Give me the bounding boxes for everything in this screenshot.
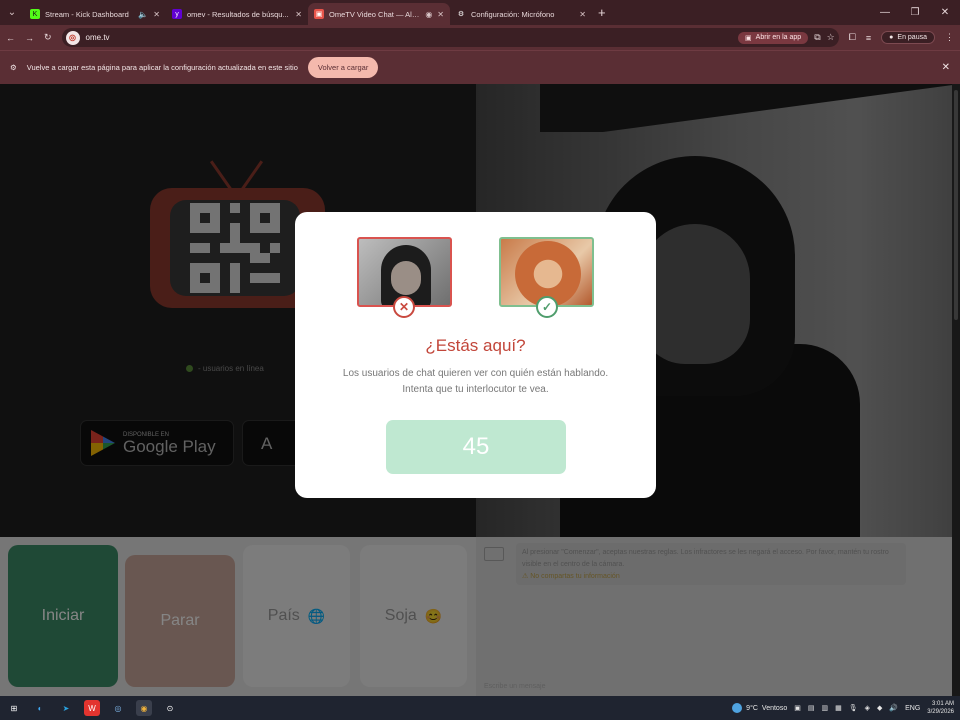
tab-search[interactable]: y omev - Resultados de búsqu... ✕: [166, 3, 308, 25]
speaker-icon[interactable]: 🔈: [138, 10, 148, 19]
tray-app-icon[interactable]: ▤: [808, 704, 815, 712]
windows-taskbar: ⊞ ◐ ➤ W ◎ ◉ ⊙ 9°C Ventoso ▣ ▤ ▥ ▦ 🎙 ◈ ◆ …: [0, 696, 960, 720]
tab-title: Stream - Kick Dashboard: [45, 9, 129, 19]
media-control-icon[interactable]: ≡: [866, 33, 871, 43]
infobar-message: Vuelve a cargar esta página para aplicar…: [26, 63, 298, 72]
settings-icon: ⚙: [10, 63, 17, 72]
translate-icon[interactable]: ⧉: [814, 32, 820, 43]
weather-temp: 9°C: [746, 704, 758, 712]
modal-text-line2: Intenta que tu interlocutor te vea.: [402, 384, 549, 395]
tray-app-icon[interactable]: ◆: [877, 704, 882, 712]
bookmark-star-icon[interactable]: ☆: [827, 32, 835, 43]
microphone-icon[interactable]: 🎙: [849, 704, 858, 712]
language-indicator[interactable]: ENG: [905, 705, 920, 712]
modal-text: Los usuarios de chat quieren ver con qui…: [315, 366, 636, 398]
dark-face-shape: [391, 261, 421, 295]
telegram-icon[interactable]: ➤: [58, 700, 74, 716]
are-you-here-modal: ✕ ✓ ¿Estás aquí? Los usuarios de chat qu…: [295, 212, 656, 498]
back-icon[interactable]: ←: [6, 33, 15, 43]
tray-app-icon[interactable]: ◈: [865, 704, 870, 712]
weather-desc: Ventoso: [761, 704, 788, 712]
window-controls: — ❐ ✕: [870, 7, 960, 18]
reload-icon[interactable]: ↻: [44, 32, 52, 43]
open-app-icon: ▣: [745, 34, 752, 42]
browser-toolbar: ← → ↻ ◎ ome.tv ▣ Abrir en la app ⧉ ☆ ⧠ ≡ …: [0, 25, 960, 50]
modal-text-line1: Los usuarios de chat quieren ver con qui…: [342, 368, 609, 379]
tray-app-icon[interactable]: ▥: [821, 704, 828, 712]
address-bar[interactable]: ◎ ome.tv ▣ Abrir en la app ⧉ ☆: [61, 28, 839, 47]
profile-button[interactable]: ● En pausa: [881, 31, 935, 44]
menu-icon[interactable]: ⋮: [945, 32, 954, 43]
tab-search-icon[interactable]: ⌄: [0, 0, 24, 25]
tray-app-icon[interactable]: ▣: [794, 704, 801, 712]
edge-icon[interactable]: ◐: [32, 700, 48, 716]
clock-date: 3/29/2026: [927, 709, 954, 715]
site-info-icon[interactable]: ◎: [65, 30, 80, 45]
yahoo-icon: y: [172, 9, 182, 19]
gear-icon: ⚙: [457, 11, 465, 18]
avatar-icon: ●: [889, 34, 894, 41]
restore-icon[interactable]: ❐: [900, 7, 930, 18]
reload-button[interactable]: Volver a cargar: [307, 57, 379, 78]
chrome-icon[interactable]: ◉: [136, 700, 152, 716]
clock-time: 3:01 AM: [931, 701, 954, 707]
windows-start-icon[interactable]: ⊞: [6, 700, 22, 716]
steam-icon[interactable]: ◎: [110, 700, 126, 716]
close-tab-icon[interactable]: ✕: [153, 10, 160, 19]
forward-icon[interactable]: →: [25, 33, 34, 43]
reload-infobar: ⚙ Vuelve a cargar esta página para aplic…: [0, 50, 960, 84]
check-icon: ✓: [536, 296, 558, 318]
clock[interactable]: 3:01 AM 3/29/2026: [927, 700, 954, 716]
recording-icon: ◉: [425, 9, 433, 19]
app-w-icon[interactable]: W: [84, 700, 100, 716]
modal-title: ¿Estás aquí?: [425, 336, 526, 355]
kick-icon: K: [30, 9, 40, 19]
countdown-button[interactable]: 45: [386, 420, 566, 474]
browser-tab-strip: ⌄ K Stream - Kick Dashboard 🔈 ✕ y omev -…: [0, 0, 960, 25]
tab-title: omev - Resultados de búsqu...: [187, 9, 289, 19]
url-text[interactable]: ome.tv: [86, 33, 732, 42]
extensions-icon[interactable]: ⧠: [849, 32, 856, 43]
weather-widget[interactable]: 9°C Ventoso: [732, 703, 787, 713]
tab-settings[interactable]: ⚙ Configuración: Micrófono ✕: [450, 3, 592, 25]
system-tray: 9°C Ventoso ▣ ▤ ▥ ▦ 🎙 ◈ ◆ 🔊 ENG 3:01 AM …: [732, 700, 954, 716]
open-in-app-button[interactable]: ▣ Abrir en la app: [738, 31, 809, 44]
tab-title: OmeTV Video Chat — Altr...: [329, 9, 421, 19]
close-infobar-icon[interactable]: ✕: [942, 62, 950, 73]
tab-title: Configuración: Micrófono: [471, 9, 555, 19]
close-tab-icon[interactable]: ✕: [437, 10, 444, 19]
ometv-icon: ▣: [314, 9, 324, 19]
profile-label: En pausa: [897, 34, 927, 41]
obs-icon[interactable]: ⊙: [162, 700, 178, 716]
volume-icon[interactable]: 🔊: [889, 704, 898, 712]
screen: ⌄ K Stream - Kick Dashboard 🔈 ✕ y omev -…: [0, 0, 960, 720]
close-tab-icon[interactable]: ✕: [579, 10, 586, 19]
close-tab-icon[interactable]: ✕: [295, 10, 302, 19]
open-app-label: Abrir en la app: [755, 34, 802, 41]
new-tab-icon[interactable]: +: [598, 5, 606, 20]
close-window-icon[interactable]: ✕: [930, 7, 960, 18]
tray-app-icon[interactable]: ▦: [835, 704, 842, 712]
minimize-icon[interactable]: —: [870, 7, 900, 18]
tab-ometv[interactable]: ▣ OmeTV Video Chat — Altr... ◉ ✕: [308, 3, 450, 25]
tab-kick[interactable]: K Stream - Kick Dashboard 🔈 ✕: [24, 3, 166, 25]
cross-icon: ✕: [393, 296, 415, 318]
weather-icon: [732, 703, 743, 713]
